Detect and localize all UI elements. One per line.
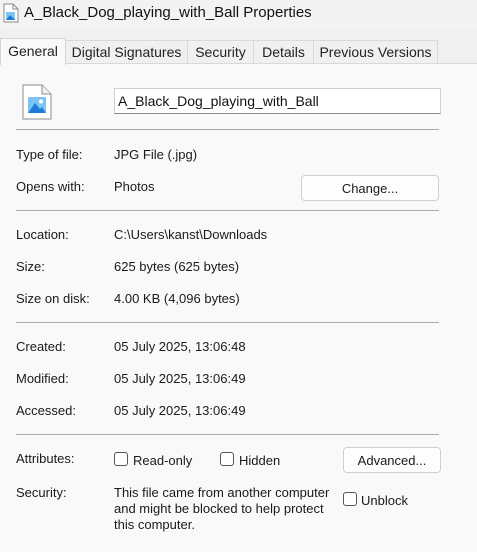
location-label: Location: [16,227,69,242]
general-panel [0,63,477,552]
unblock-checkbox[interactable] [343,492,357,506]
security-warning-text: This file came from another computer and… [114,485,330,532]
unblock-label[interactable]: Unblock [361,493,408,508]
image-file-icon [21,84,53,123]
location-value: C:\Users\kanst\Downloads [114,227,268,242]
separator [16,322,439,323]
hidden-checkbox[interactable] [220,452,234,466]
tab-general[interactable]: General [0,38,66,65]
advanced-button[interactable]: Advanced... [343,447,441,473]
tab-strip: General Digital Signatures Security Deta… [0,38,477,65]
size-value: 625 bytes (625 bytes) [114,259,240,274]
size-label: Size: [16,259,45,274]
separator [16,210,439,211]
created-label: Created: [16,339,66,354]
separator [16,129,439,130]
accessed-label: Accessed: [16,403,76,418]
opens-with-value: Photos [114,179,155,194]
image-file-icon [3,3,19,26]
opens-with-label: Opens with: [16,179,85,194]
accessed-value: 05 July 2025, 13:06:49 [114,403,246,418]
modified-label: Modified: [16,371,69,386]
tab-security[interactable]: Security [187,40,254,63]
security-label: Security: [16,485,67,500]
tab-previous-versions[interactable]: Previous Versions [313,40,438,63]
size-on-disk-value: 4.00 KB (4,096 bytes) [114,291,240,306]
tab-details[interactable]: Details [253,40,314,63]
read-only-label[interactable]: Read-only [133,453,192,468]
read-only-checkbox[interactable] [114,452,128,466]
tab-digital-signatures[interactable]: Digital Signatures [65,40,188,63]
type-of-file-label: Type of file: [16,147,83,162]
created-value: 05 July 2025, 13:06:48 [114,339,246,354]
attributes-label: Attributes: [16,451,75,466]
separator [16,434,439,435]
title-bar: A_Black_Dog_playing_with_Ball Properties [0,0,477,30]
type-of-file-value: JPG File (.jpg) [114,147,198,162]
file-name-input[interactable] [114,88,441,114]
size-on-disk-label: Size on disk: [16,291,90,306]
hidden-label[interactable]: Hidden [239,453,280,468]
change-button[interactable]: Change... [301,175,439,201]
modified-value: 05 July 2025, 13:06:49 [114,371,246,386]
window-title: A_Black_Dog_playing_with_Ball Properties [24,4,312,21]
